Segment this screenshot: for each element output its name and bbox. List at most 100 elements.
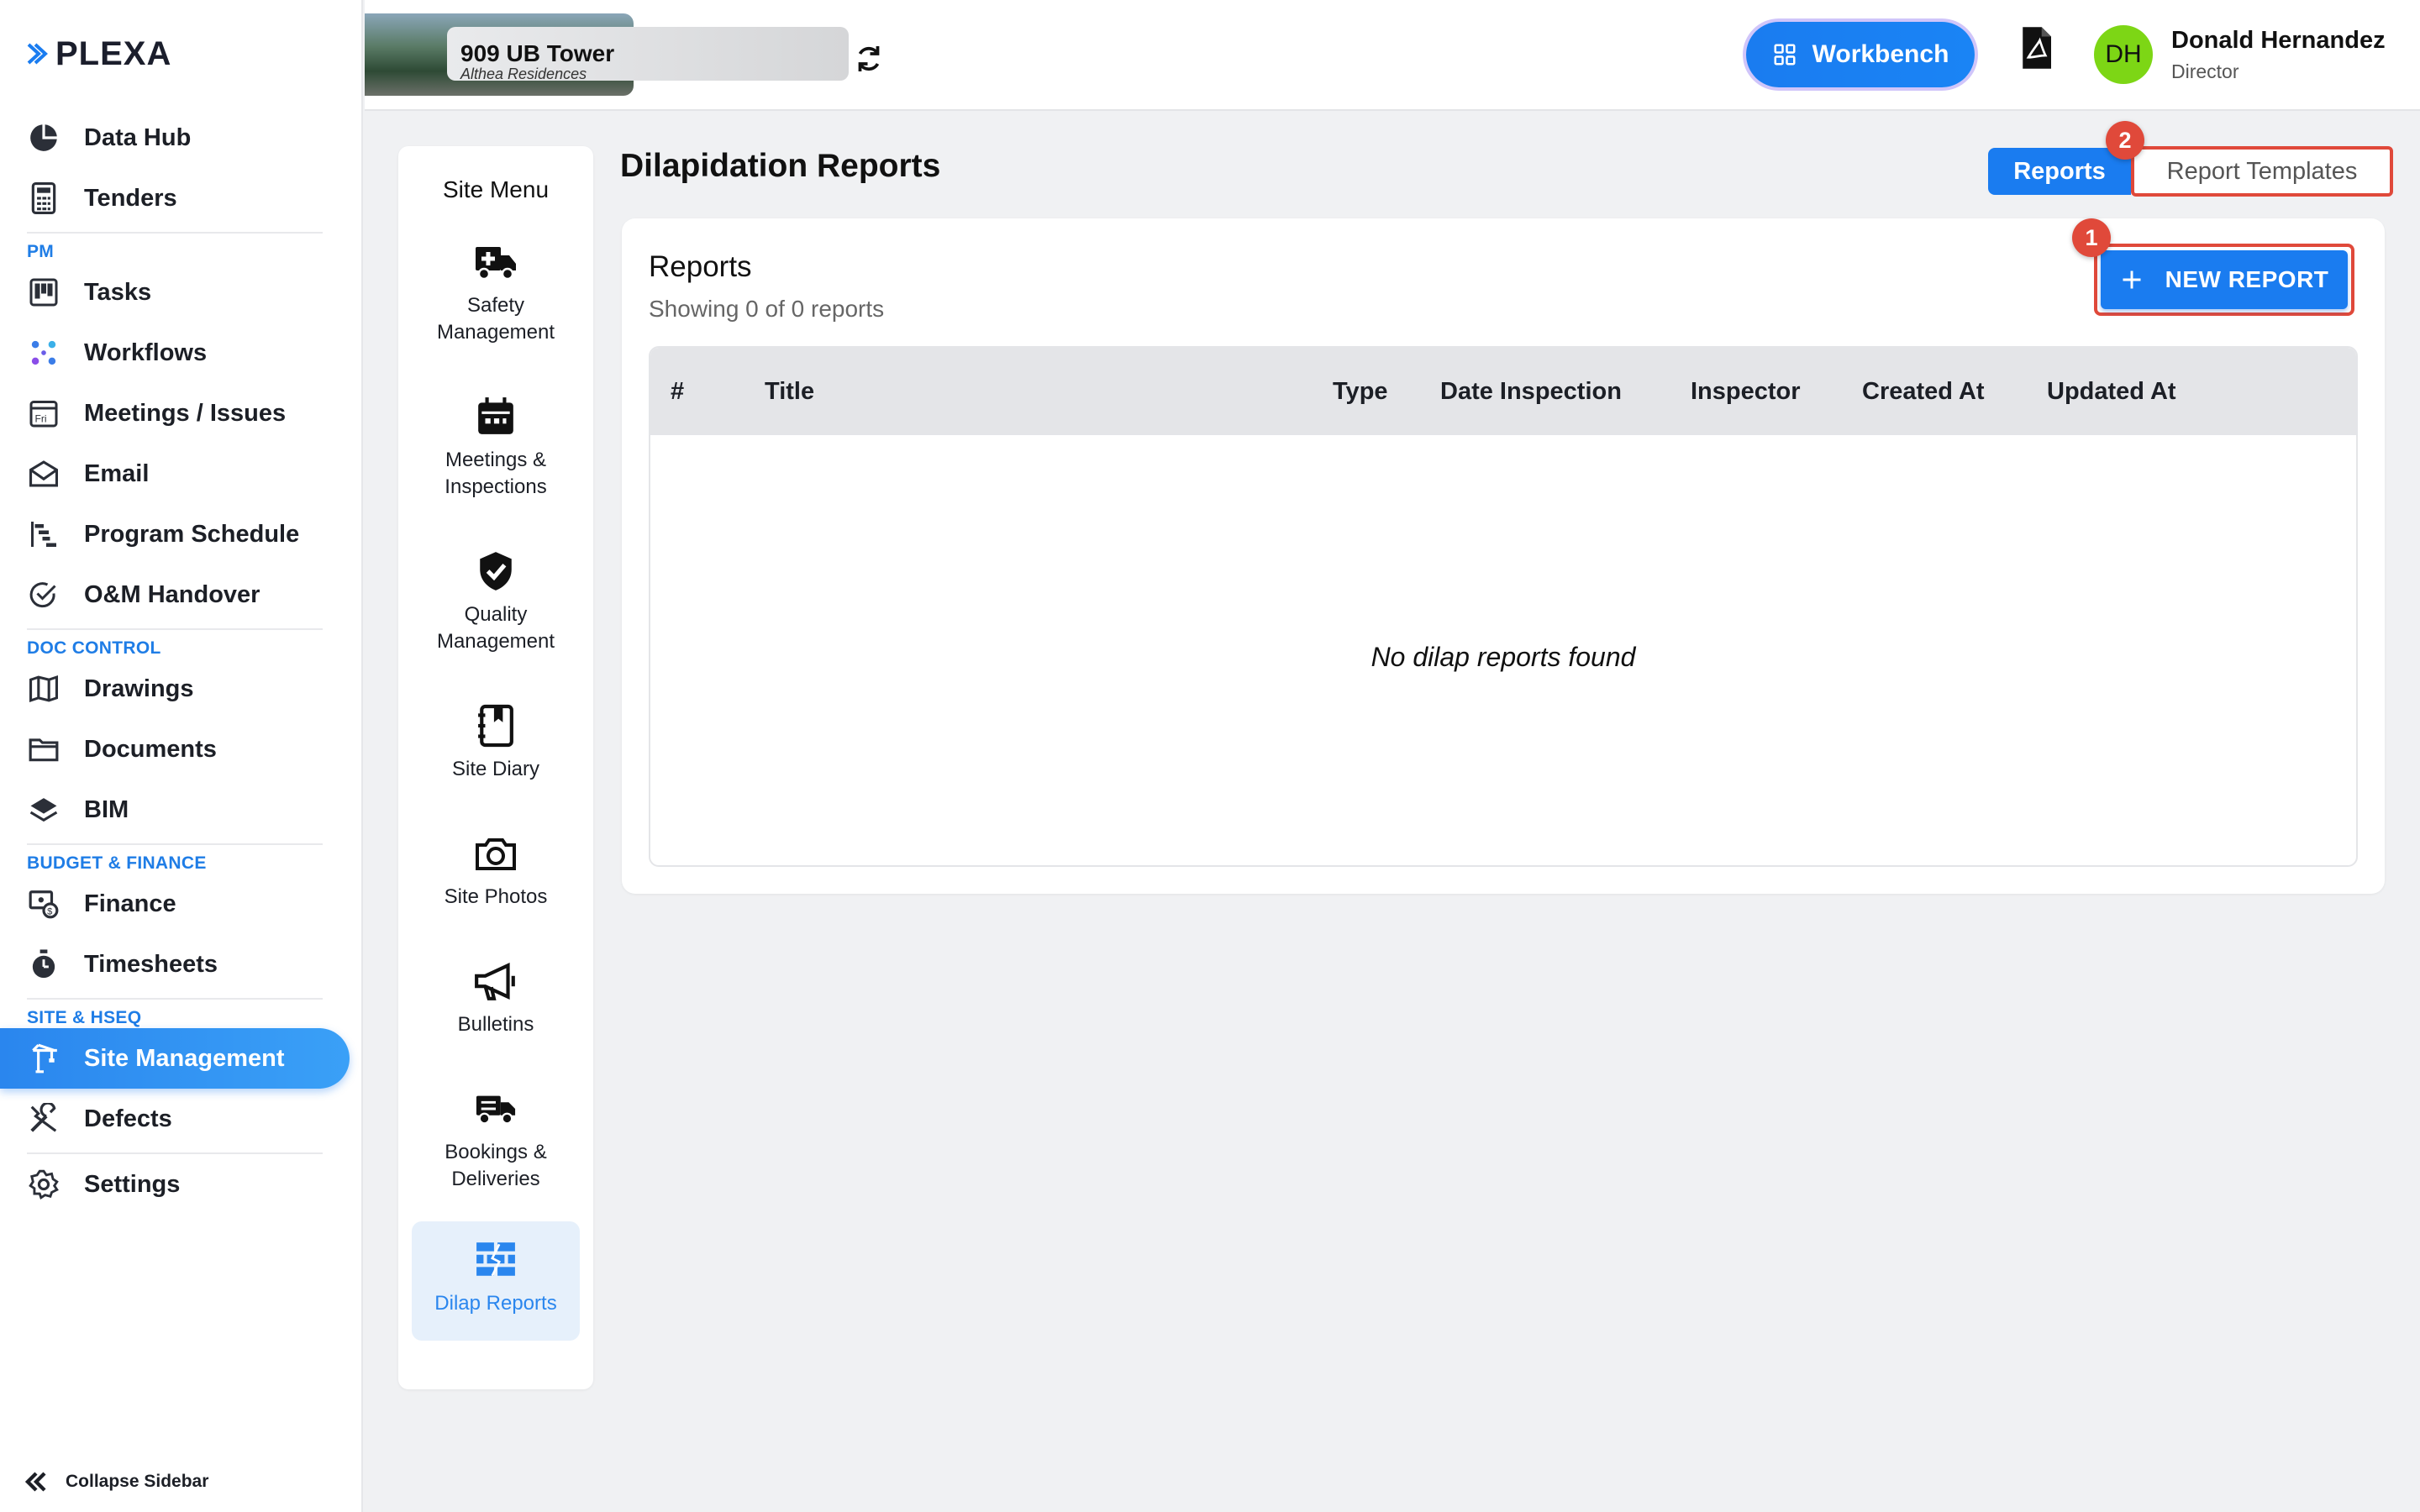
sidebar-item-email[interactable]: Email bbox=[0, 444, 363, 504]
column-header-number[interactable]: # bbox=[671, 378, 684, 406]
sidebar-item-label: Defects bbox=[84, 1105, 172, 1132]
email-icon bbox=[27, 457, 60, 491]
report-tabs: Reports Report Templates bbox=[1988, 146, 2393, 197]
section-site-hseq: SITE & HSEQ bbox=[27, 1008, 142, 1027]
sidebar-item-label: Documents bbox=[84, 735, 217, 763]
step-badge-1: 1 bbox=[2072, 218, 2111, 257]
sidebar-item-label: Settings bbox=[84, 1170, 181, 1198]
project-selector[interactable]: 909 UB Tower Althea Residences bbox=[447, 27, 849, 82]
sidebar-item-om-handover[interactable]: O&M Handover bbox=[0, 564, 363, 625]
sidebar-item-label: O&M Handover bbox=[84, 580, 260, 608]
workbench-label: Workbench bbox=[1812, 40, 1949, 68]
sidebar-item-program-schedule[interactable]: Program Schedule bbox=[0, 504, 363, 564]
site-menu-item-quality[interactable]: Quality Management bbox=[412, 548, 580, 655]
topbar: 909 UB Tower Althea Residences Workbench… bbox=[365, 0, 2420, 111]
site-menu-item-label: Quality Management bbox=[436, 603, 555, 653]
workbench-button[interactable]: Workbench bbox=[1746, 22, 1975, 87]
site-menu-item-dilap-reports[interactable]: Dilap Reports bbox=[412, 1221, 580, 1341]
double-chevron-left-icon bbox=[24, 1472, 46, 1492]
collapse-sidebar-button[interactable]: Collapse Sidebar bbox=[24, 1470, 208, 1494]
sidebar-item-bim[interactable]: BIM bbox=[0, 780, 363, 840]
sidebar-item-label: Tenders bbox=[84, 184, 177, 212]
plexa-logo[interactable]: PLEXA bbox=[27, 34, 172, 72]
svg-text:Fri: Fri bbox=[35, 413, 47, 425]
sidebar-item-label: Timesheets bbox=[84, 950, 218, 978]
sidebar-item-site-management[interactable]: Site Management bbox=[0, 1028, 350, 1089]
grid-icon bbox=[1774, 44, 1796, 66]
table-header: # Title Type Date Inspection Inspector C… bbox=[650, 348, 2356, 435]
sidebar-item-label: Meetings / Issues bbox=[84, 399, 287, 427]
sidebar-item-drawings[interactable]: Drawings bbox=[0, 659, 363, 719]
sidebar-item-meetings[interactable]: Fri Meetings / Issues bbox=[0, 383, 363, 444]
sidebar-item-label: Data Hub bbox=[84, 123, 192, 151]
project-subtitle: Althea Residences bbox=[460, 66, 587, 82]
site-menu-item-meetings[interactable]: Meetings & Inspections bbox=[412, 393, 580, 501]
user-name[interactable]: Donald Hernandez bbox=[2171, 27, 2386, 55]
shield-check-icon bbox=[472, 548, 519, 595]
step-badge-2: 2 bbox=[2106, 121, 2144, 160]
brick-wall-icon bbox=[472, 1236, 519, 1284]
sidebar-item-documents[interactable]: Documents bbox=[0, 719, 363, 780]
reports-count: Showing 0 of 0 reports bbox=[649, 296, 885, 322]
sidebar-item-workflows[interactable]: Workflows bbox=[0, 323, 363, 383]
sidebar-item-defects[interactable]: Defects bbox=[0, 1089, 363, 1149]
sidebar-item-label: BIM bbox=[84, 795, 129, 823]
sidebar-item-label: Tasks bbox=[84, 278, 152, 306]
sidebar-item-label: Workflows bbox=[84, 339, 208, 366]
tools-icon bbox=[27, 1102, 60, 1136]
section-pm: PM bbox=[27, 242, 55, 261]
tab-reports[interactable]: Reports bbox=[1988, 148, 2131, 195]
tab-report-templates[interactable]: Report Templates bbox=[2131, 146, 2393, 197]
site-menu-title: Site Menu bbox=[442, 176, 550, 202]
sidebar: PLEXA Data Hub Tenders PM Tasks Workflow… bbox=[0, 0, 363, 1512]
sidebar-item-timesheets[interactable]: Timesheets bbox=[0, 934, 363, 995]
svg-text:$: $ bbox=[47, 907, 52, 917]
site-menu-item-bulletins[interactable]: Bulletins bbox=[412, 958, 580, 1038]
column-header-updated-at[interactable]: Updated At bbox=[2047, 378, 2176, 406]
section-doc-control: DOC CONTROL bbox=[27, 638, 161, 658]
site-menu-item-safety[interactable]: Safety Management bbox=[412, 239, 580, 346]
diary-icon bbox=[472, 702, 519, 749]
column-header-title[interactable]: Title bbox=[765, 378, 814, 406]
site-menu-item-label: Bookings & Deliveries bbox=[445, 1141, 547, 1190]
section-budget-finance: BUDGET & FINANCE bbox=[27, 853, 207, 873]
layers-icon bbox=[27, 793, 60, 827]
sidebar-item-label: Drawings bbox=[84, 675, 194, 702]
crane-icon bbox=[27, 1042, 60, 1075]
camera-icon bbox=[472, 830, 519, 877]
new-report-label: NEW REPORT bbox=[2165, 266, 2329, 292]
plus-icon bbox=[2123, 270, 2141, 289]
switch-project-icon[interactable] bbox=[854, 44, 884, 74]
pie-chart-icon bbox=[27, 121, 60, 155]
stopwatch-icon bbox=[27, 948, 60, 981]
avatar[interactable]: DH bbox=[2094, 25, 2153, 84]
column-header-inspector[interactable]: Inspector bbox=[1691, 378, 1801, 406]
map-icon bbox=[27, 672, 60, 706]
sidebar-item-settings[interactable]: Settings bbox=[0, 1154, 363, 1215]
sidebar-item-data-hub[interactable]: Data Hub bbox=[0, 108, 363, 168]
column-header-type[interactable]: Type bbox=[1333, 378, 1388, 406]
sidebar-item-tenders[interactable]: Tenders bbox=[0, 168, 363, 228]
card-title: Reports bbox=[649, 250, 752, 283]
column-header-created-at[interactable]: Created At bbox=[1862, 378, 1985, 406]
site-menu-item-label: Meetings & Inspections bbox=[445, 449, 547, 498]
sidebar-item-tasks[interactable]: Tasks bbox=[0, 262, 363, 323]
new-report-highlight: NEW REPORT bbox=[2094, 244, 2354, 316]
new-report-button[interactable]: NEW REPORT bbox=[2101, 250, 2348, 309]
reports-card: Reports Showing 0 of 0 reports NEW REPOR… bbox=[622, 218, 2385, 894]
calendar-icon bbox=[472, 393, 519, 440]
site-menu-item-site-photos[interactable]: Site Photos bbox=[412, 830, 580, 911]
pdf-icon[interactable] bbox=[2017, 25, 2055, 71]
logo-text: PLEXA bbox=[55, 34, 172, 72]
site-menu-item-site-diary[interactable]: Site Diary bbox=[412, 702, 580, 783]
site-menu-item-label: Site Photos bbox=[444, 885, 548, 908]
site-menu-item-bookings[interactable]: Bookings & Deliveries bbox=[412, 1085, 580, 1193]
kanban-icon bbox=[27, 276, 60, 309]
sidebar-nav: Data Hub Tenders PM Tasks Workflows Fri … bbox=[0, 108, 363, 1215]
sidebar-item-finance[interactable]: $ Finance bbox=[0, 874, 363, 934]
sidebar-item-label: Finance bbox=[84, 890, 176, 917]
check-circle-icon bbox=[27, 578, 60, 612]
column-header-date-inspection[interactable]: Date Inspection bbox=[1440, 378, 1622, 406]
site-menu-item-label: Bulletins bbox=[457, 1013, 534, 1036]
collapse-sidebar-label: Collapse Sidebar bbox=[66, 1472, 209, 1491]
